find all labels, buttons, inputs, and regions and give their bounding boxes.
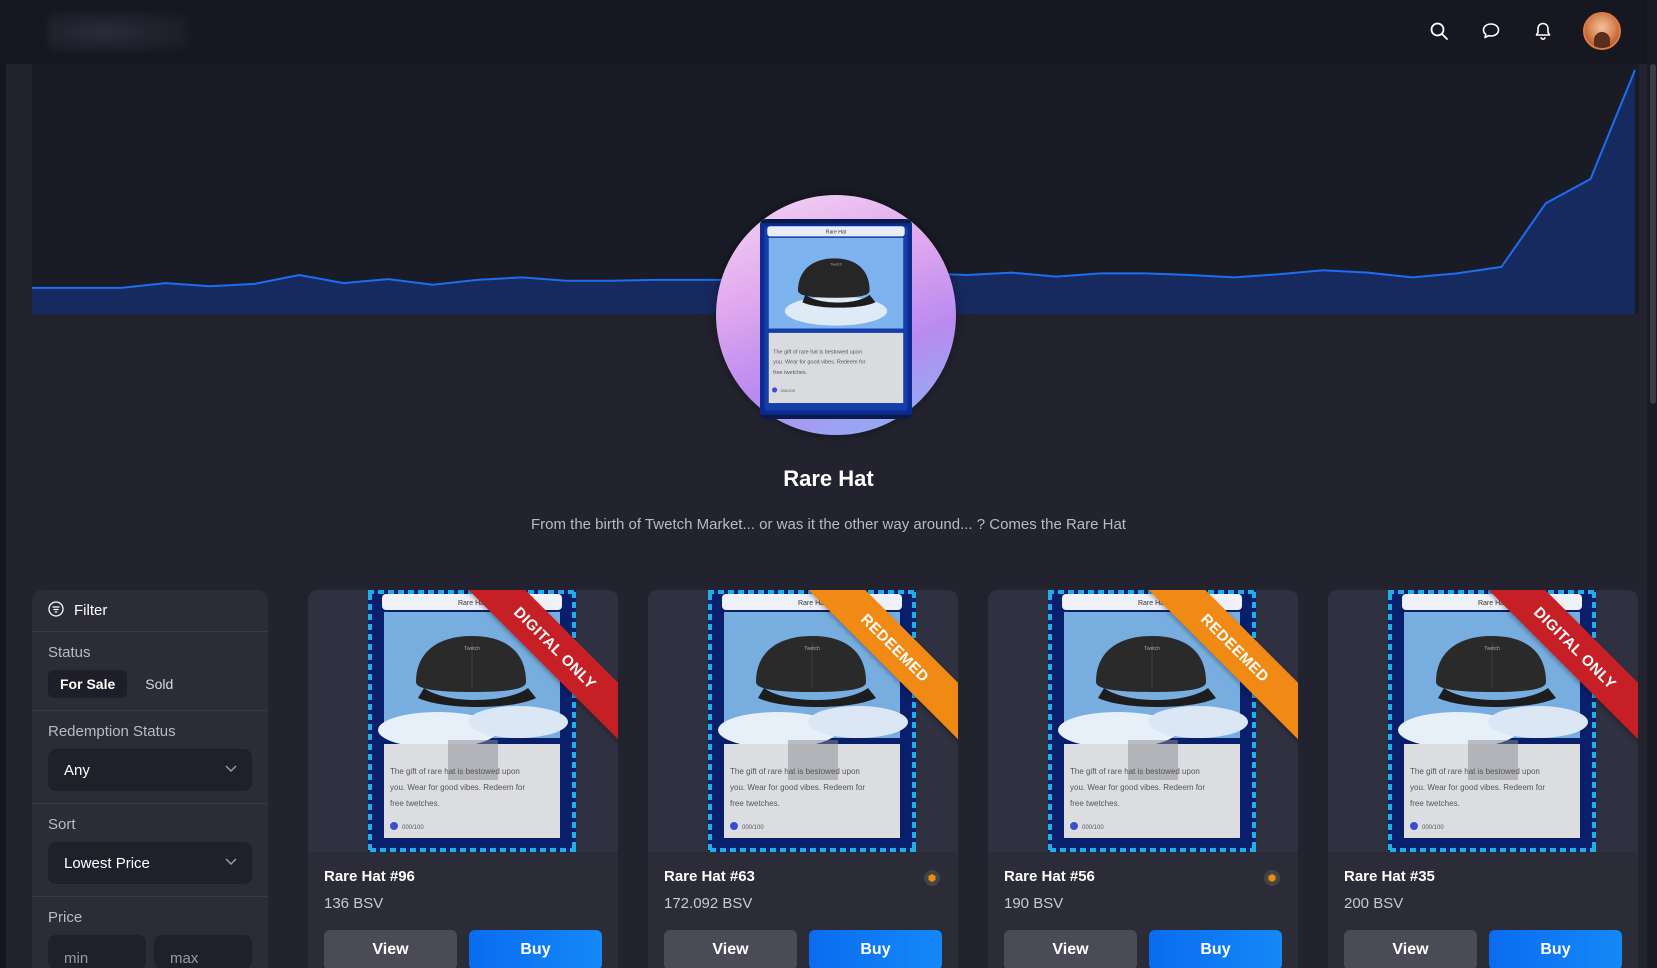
buy-button[interactable]: Buy bbox=[1149, 930, 1282, 968]
svg-text:Twetch: Twetch bbox=[1484, 646, 1500, 652]
listing-price: 172.092 BSV bbox=[664, 895, 753, 912]
listing-card-1[interactable]: Rare Hat Twetch The gift of rare hat is … bbox=[308, 590, 618, 968]
listing-card-3[interactable]: Rare Hat Twetch The gift of rare hat is … bbox=[988, 590, 1298, 968]
buy-button[interactable]: Buy bbox=[469, 930, 602, 968]
redeemed-badge-icon bbox=[1264, 870, 1280, 886]
chevron-down-icon bbox=[224, 761, 238, 779]
price-section: Price bbox=[32, 897, 268, 968]
nft-art: Rare Hat Twetch The gift of rare hat is … bbox=[760, 223, 912, 415]
listing-actions: View Buy bbox=[1344, 930, 1622, 968]
view-button[interactable]: View bbox=[1004, 930, 1137, 968]
collection-title: Rare Hat bbox=[783, 466, 874, 491]
svg-text:Twetch: Twetch bbox=[1144, 646, 1160, 652]
nft-header: Rare Hat bbox=[826, 230, 847, 236]
sort-select[interactable]: Lowest Price bbox=[48, 842, 252, 884]
site-logo[interactable] bbox=[48, 12, 188, 52]
listing-info: Rare Hat #96 136 BSV bbox=[308, 852, 618, 912]
listing-actions: View Buy bbox=[324, 930, 602, 968]
price-min-input[interactable] bbox=[48, 935, 146, 968]
redemption-value: Any bbox=[64, 761, 90, 779]
listing-grid: Rare Hat Twetch The gift of rare hat is … bbox=[308, 590, 1638, 968]
collection-description: From the birth of Twetch Market... or wa… bbox=[531, 516, 1126, 533]
search-icon[interactable] bbox=[1427, 19, 1451, 43]
listing-name: Rare Hat #63 bbox=[664, 868, 755, 885]
bell-icon[interactable] bbox=[1531, 19, 1555, 43]
svg-text:000/100: 000/100 bbox=[1422, 825, 1444, 831]
buy-button[interactable]: Buy bbox=[809, 930, 942, 968]
status-label: Status bbox=[48, 644, 91, 661]
header-actions bbox=[1427, 12, 1621, 50]
view-button[interactable]: View bbox=[1344, 930, 1477, 968]
chat-icon[interactable] bbox=[1479, 19, 1503, 43]
buy-button[interactable]: Buy bbox=[1489, 930, 1622, 968]
listing-info: Rare Hat #56 190 BSV bbox=[988, 852, 1298, 912]
sort-value: Lowest Price bbox=[64, 854, 150, 872]
svg-text:000/100: 000/100 bbox=[1082, 825, 1104, 831]
listing-info: Rare Hat #63 172.092 BSV bbox=[648, 852, 958, 912]
status-section: Status For Sale Sold bbox=[32, 632, 268, 711]
collection-nft-card: Rare Hat Twetch The gift of rare hat is … bbox=[760, 219, 912, 419]
view-button[interactable]: View bbox=[324, 930, 457, 968]
filter-panel: Filter Status For Sale Sold Redemption S… bbox=[32, 590, 268, 968]
listing-card-2[interactable]: Rare Hat Twetch The gift of rare hat is … bbox=[648, 590, 958, 968]
filter-heading: Filter bbox=[74, 602, 108, 619]
svg-text:000/100: 000/100 bbox=[402, 825, 424, 831]
listing-actions: View Buy bbox=[664, 930, 942, 968]
listing-image[interactable]: Rare Hat Twetch The gift of rare hat is … bbox=[1328, 590, 1638, 852]
nft-serial: 000/100 bbox=[780, 388, 795, 393]
user-avatar[interactable] bbox=[1583, 12, 1621, 50]
listing-name: Rare Hat #96 bbox=[324, 868, 415, 885]
listing-image[interactable]: Rare Hat Twetch The gift of rare hat is … bbox=[648, 590, 958, 852]
redeemed-badge-icon bbox=[924, 870, 940, 886]
status-for-sale-chip[interactable]: For Sale bbox=[48, 670, 128, 698]
price-label: Price bbox=[48, 909, 83, 926]
collection-image: Rare Hat Twetch The gift of rare hat is … bbox=[716, 195, 956, 435]
listing-price: 200 BSV bbox=[1344, 895, 1404, 912]
svg-text:Twetch: Twetch bbox=[464, 646, 480, 652]
filter-icon bbox=[48, 600, 64, 621]
filter-header[interactable]: Filter bbox=[32, 590, 268, 632]
listing-info: Rare Hat #35 200 BSV bbox=[1328, 852, 1638, 912]
scrollbar[interactable] bbox=[1647, 0, 1657, 968]
listing-image[interactable]: Rare Hat Twetch The gift of rare hat is … bbox=[988, 590, 1298, 852]
listing-name: Rare Hat #56 bbox=[1004, 868, 1095, 885]
redemption-label: Redemption Status bbox=[48, 723, 176, 740]
listing-actions: View Buy bbox=[1004, 930, 1282, 968]
svg-text:Twetch: Twetch bbox=[804, 646, 820, 652]
listing-name: Rare Hat #35 bbox=[1344, 868, 1435, 885]
sort-label: Sort bbox=[48, 816, 76, 833]
nft-brand: Twetch bbox=[830, 263, 842, 267]
listing-image[interactable]: Rare Hat Twetch The gift of rare hat is … bbox=[308, 590, 618, 852]
view-button[interactable]: View bbox=[664, 930, 797, 968]
scrollbar-thumb[interactable] bbox=[1650, 64, 1656, 404]
status-sold-chip[interactable]: Sold bbox=[133, 670, 185, 698]
listing-price: 136 BSV bbox=[324, 895, 384, 912]
svg-text:000/100: 000/100 bbox=[742, 825, 764, 831]
listing-price: 190 BSV bbox=[1004, 895, 1064, 912]
price-max-input[interactable] bbox=[154, 935, 252, 968]
redemption-section: Redemption Status Any bbox=[32, 711, 268, 804]
sort-section: Sort Lowest Price bbox=[32, 804, 268, 897]
chevron-down-icon bbox=[224, 854, 238, 872]
listing-card-4[interactable]: Rare Hat Twetch The gift of rare hat is … bbox=[1328, 590, 1638, 968]
redemption-select[interactable]: Any bbox=[48, 749, 252, 791]
top-bar bbox=[0, 0, 1657, 64]
